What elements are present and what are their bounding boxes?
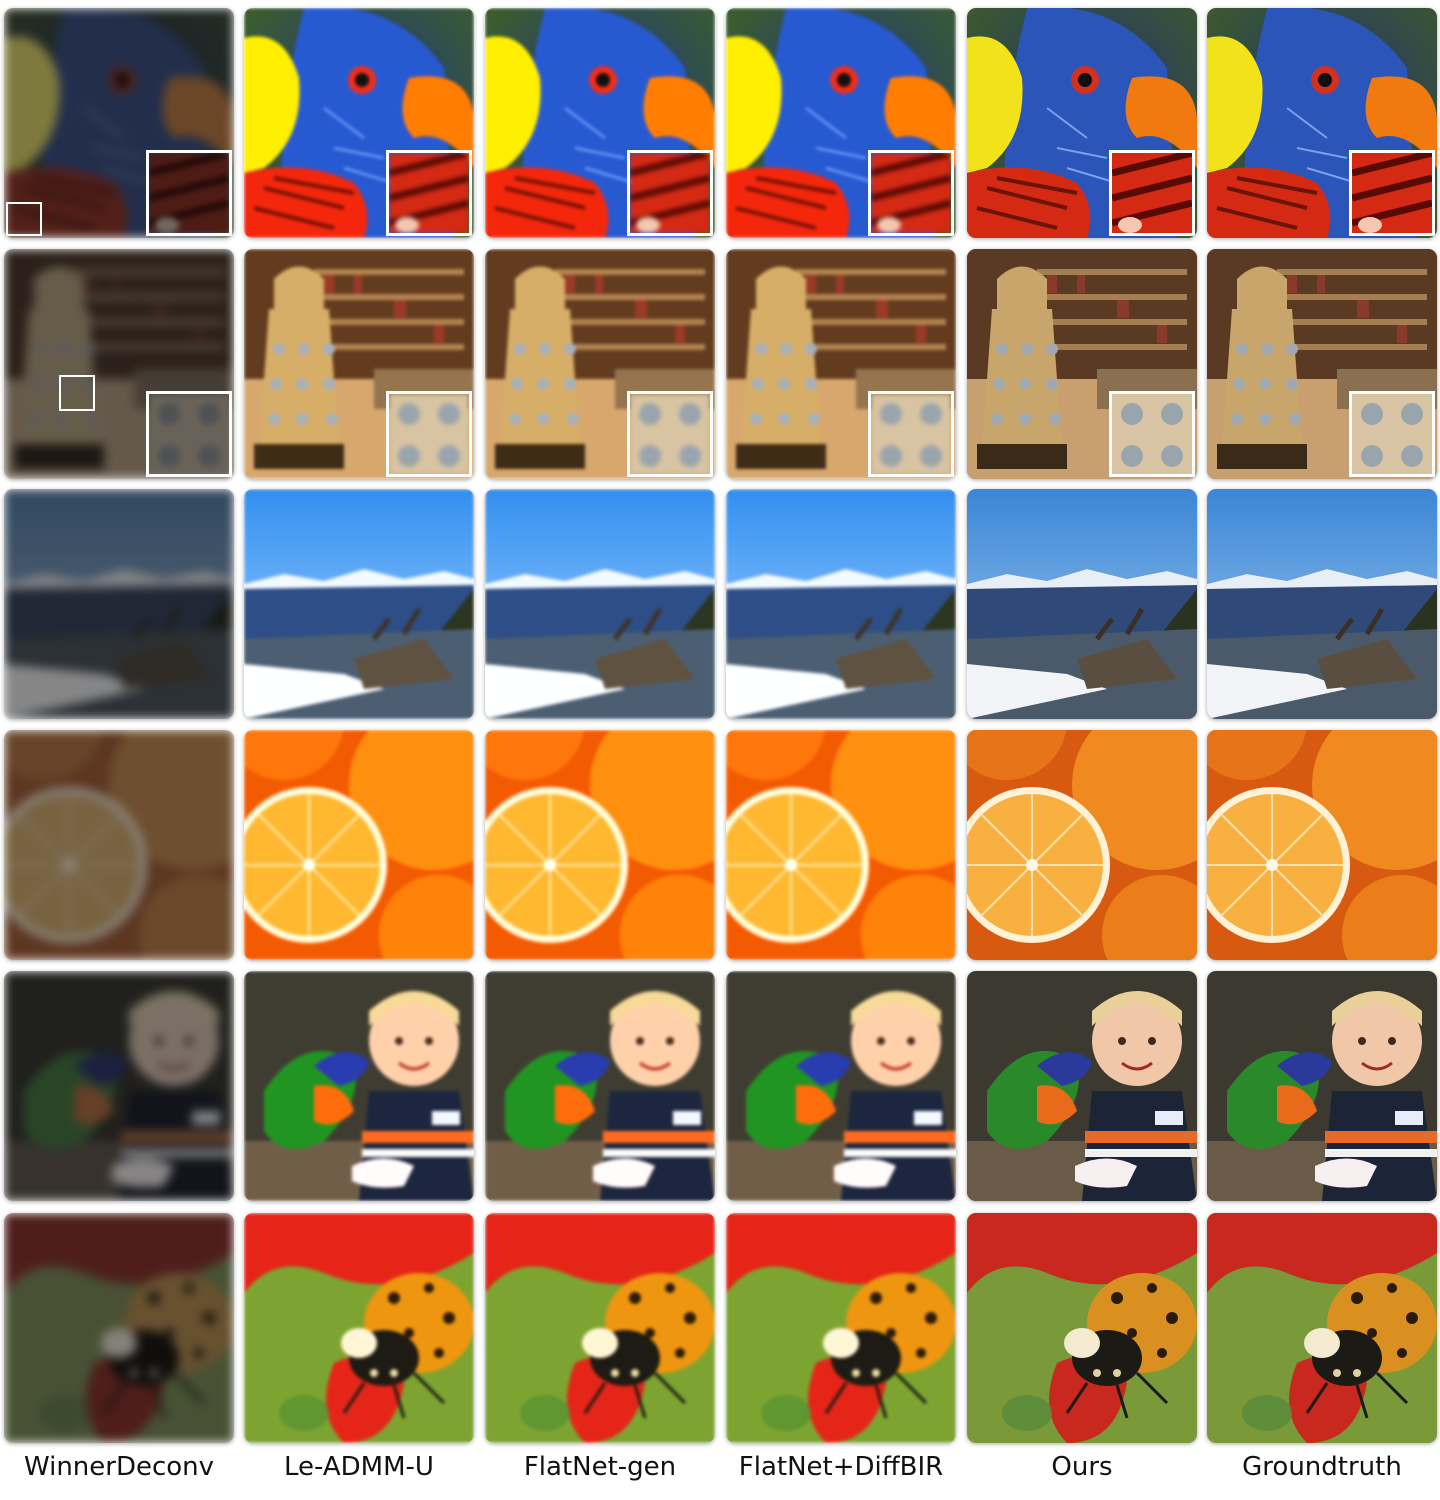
scene-image	[967, 971, 1197, 1201]
image-tile-oranges-flatnet-diffbir	[726, 730, 956, 960]
zoom-inset	[1109, 150, 1195, 236]
zoom-inset	[1109, 391, 1195, 477]
scene-image	[244, 971, 474, 1201]
column-caption: WinnerDeconv	[23, 1452, 215, 1482]
zoom-inset	[386, 391, 472, 477]
zoom-inset	[868, 391, 954, 477]
scene-image	[967, 1213, 1197, 1443]
zoom-inset	[1349, 150, 1435, 236]
column-caption: Le-ADMM-U	[284, 1452, 434, 1482]
image-tile-mountain-valley-ruins-flatnet-gen	[485, 489, 715, 719]
image-tile-child-with-lorikeet-le-admm-u	[244, 971, 474, 1201]
image-tile-child-with-lorikeet-flatnet-gen	[485, 971, 715, 1201]
scene-image	[726, 489, 956, 719]
scene-image	[485, 1213, 715, 1443]
zoom-inset	[627, 150, 713, 236]
image-tile-dalek-in-bookstore-winnerdeconv	[4, 249, 234, 479]
scene-image	[485, 730, 715, 960]
scene-image	[244, 489, 474, 719]
scene-image	[967, 730, 1197, 960]
scene-image	[1207, 1213, 1437, 1443]
scene-image	[244, 1213, 474, 1443]
image-tile-oranges-winnerdeconv	[4, 730, 234, 960]
image-tile-parrot-closeup-flatnet-diffbir	[726, 8, 956, 238]
image-tile-oranges-flatnet-gen	[485, 730, 715, 960]
image-tile-mountain-valley-ruins-le-admm-u	[244, 489, 474, 719]
scene-image	[1207, 489, 1437, 719]
zoom-inset	[146, 391, 232, 477]
image-tile-oranges-ours	[967, 730, 1197, 960]
image-tile-dalek-in-bookstore-flatnet-diffbir	[726, 249, 956, 479]
scene-image	[485, 489, 715, 719]
scene-image	[726, 1213, 956, 1443]
zoom-inset	[1349, 391, 1435, 477]
image-tile-ladybug-on-flower-flatnet-diffbir	[726, 1213, 956, 1443]
column-caption: FlatNet-gen	[523, 1452, 677, 1482]
zoom-inset	[386, 150, 472, 236]
image-tile-parrot-closeup-groundtruth	[1207, 8, 1437, 238]
image-tile-parrot-closeup-le-admm-u	[244, 8, 474, 238]
image-tile-dalek-in-bookstore-flatnet-gen	[485, 249, 715, 479]
image-tile-parrot-closeup-ours	[967, 8, 1197, 238]
column-caption: Groundtruth	[1242, 1452, 1402, 1482]
image-tile-parrot-closeup-winnerdeconv	[4, 8, 234, 238]
image-tile-mountain-valley-ruins-ours	[967, 489, 1197, 719]
image-tile-ladybug-on-flower-le-admm-u	[244, 1213, 474, 1443]
scene-image	[4, 1213, 234, 1443]
image-tile-child-with-lorikeet-ours	[967, 971, 1197, 1201]
image-tile-ladybug-on-flower-groundtruth	[1207, 1213, 1437, 1443]
scene-image	[1207, 971, 1437, 1201]
image-tile-dalek-in-bookstore-groundtruth	[1207, 249, 1437, 479]
image-tile-ladybug-on-flower-winnerdeconv	[4, 1213, 234, 1443]
scene-image	[4, 489, 234, 719]
image-tile-child-with-lorikeet-groundtruth	[1207, 971, 1437, 1201]
image-tile-dalek-in-bookstore-le-admm-u	[244, 249, 474, 479]
image-tile-child-with-lorikeet-winnerdeconv	[4, 971, 234, 1201]
zoom-region-marker	[59, 375, 95, 411]
scene-image	[1207, 730, 1437, 960]
zoom-region-marker	[6, 202, 42, 236]
scene-image	[726, 730, 956, 960]
zoom-inset	[627, 391, 713, 477]
scene-image	[485, 971, 715, 1201]
scene-image	[726, 971, 956, 1201]
image-tile-child-with-lorikeet-flatnet-diffbir	[726, 971, 956, 1201]
image-tile-mountain-valley-ruins-winnerdeconv	[4, 489, 234, 719]
image-tile-dalek-in-bookstore-ours	[967, 249, 1197, 479]
scene-image	[4, 730, 234, 960]
image-tile-ladybug-on-flower-flatnet-gen	[485, 1213, 715, 1443]
zoom-inset	[146, 150, 232, 236]
image-tile-mountain-valley-ruins-flatnet-diffbir	[726, 489, 956, 719]
image-tile-oranges-le-admm-u	[244, 730, 474, 960]
scene-image	[967, 489, 1197, 719]
comparison-grid	[0, 0, 1440, 1450]
column-caption: Ours	[1051, 1452, 1113, 1482]
image-tile-mountain-valley-ruins-groundtruth	[1207, 489, 1437, 719]
column-caption: FlatNet+DiffBIR	[738, 1452, 944, 1482]
image-tile-oranges-groundtruth	[1207, 730, 1437, 960]
scene-image	[4, 971, 234, 1201]
image-tile-ladybug-on-flower-ours	[967, 1213, 1197, 1443]
zoom-inset	[868, 150, 954, 236]
scene-image	[244, 730, 474, 960]
image-tile-parrot-closeup-flatnet-gen	[485, 8, 715, 238]
